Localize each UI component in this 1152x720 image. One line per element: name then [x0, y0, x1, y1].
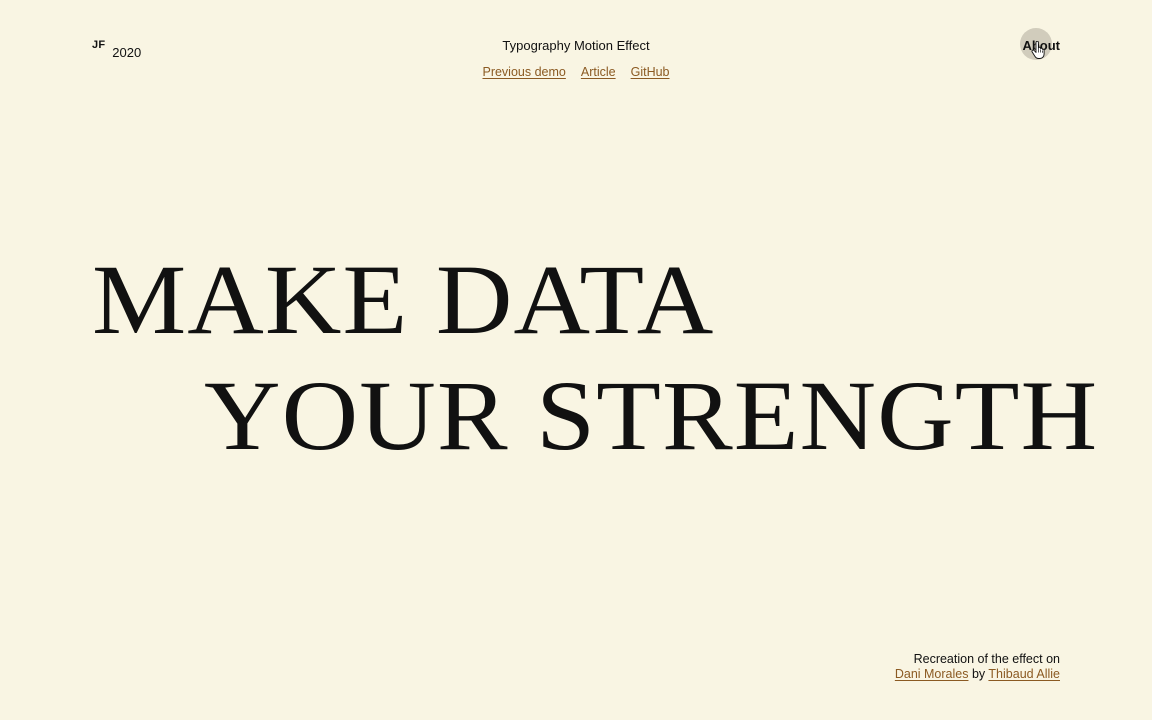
dani-morales-link[interactable]: Dani Morales	[895, 667, 969, 681]
headline: MAKE DATA YOUR STRENGTH	[0, 0, 1152, 720]
credits: Recreation of the effect on Dani Morales…	[895, 652, 1060, 682]
credits-by: by	[971, 667, 986, 681]
hand-pointer-icon	[1031, 41, 1045, 59]
credits-line: Dani Morales by Thibaud Allie	[895, 667, 1060, 682]
headline-line-2: YOUR STRENGTH	[204, 360, 1099, 471]
headline-line-1: MAKE DATA	[92, 244, 715, 355]
credits-intro: Recreation of the effect on	[913, 652, 1060, 666]
thibaud-allie-link[interactable]: Thibaud Allie	[988, 667, 1060, 681]
page-title: Typography Motion Effect	[502, 38, 650, 53]
previous-demo-link[interactable]: Previous demo	[482, 65, 565, 80]
demo-links-nav: Previous demo Article GitHub	[0, 65, 1152, 80]
github-link[interactable]: GitHub	[631, 65, 670, 80]
article-link[interactable]: Article	[581, 65, 616, 80]
